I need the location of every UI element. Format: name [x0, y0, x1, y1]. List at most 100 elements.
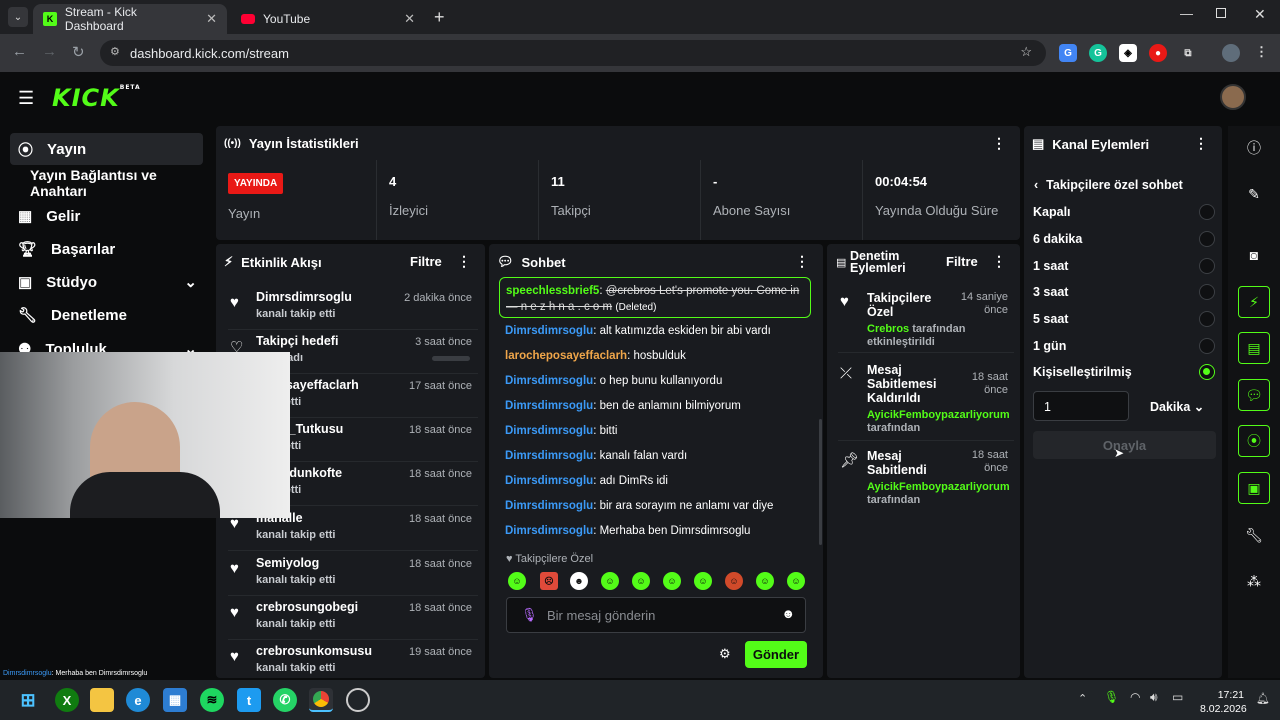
stat-uptime: 00:04:54 Yayında Olduğu Süre: [862, 160, 1018, 240]
more-options-icon[interactable]: ⋮: [1194, 135, 1208, 152]
filter-button[interactable]: Filtre: [410, 254, 442, 269]
confirm-button[interactable]: Onayla: [1033, 431, 1216, 459]
profile-avatar-icon[interactable]: [1222, 44, 1240, 62]
grammarly-extension-icon[interactable]: G: [1089, 44, 1107, 62]
list-item: ♥ Semiyolog kanalı takip etti 18 saat önce: [228, 552, 478, 596]
new-tab-button[interactable]: +: [434, 7, 445, 28]
emote-button[interactable]: ☺: [508, 572, 526, 590]
chrome-icon[interactable]: [309, 688, 333, 712]
back-to-actions-button[interactable]: ‹ Takipçilere özel sohbet: [1034, 178, 1183, 192]
battery-icon[interactable]: ▭: [1172, 690, 1183, 704]
channel-actions-icon[interactable]: ▣: [1238, 472, 1270, 504]
emote-button[interactable]: ☺: [756, 572, 774, 590]
sidebar-item-denetleme[interactable]: 🔧︎ Denetleme: [10, 299, 203, 331]
chat-message: Dimrsdimrsoglu: bir ara sorayım ne anlam…: [505, 500, 774, 512]
close-tab-icon[interactable]: ✕: [404, 11, 415, 27]
send-button[interactable]: Gönder: [745, 641, 807, 668]
sidebar-item-yayin[interactable]: ⦿ Yayın: [10, 133, 203, 165]
address-bar[interactable]: ⚙ dashboard.kick.com/stream ☆: [100, 40, 1046, 66]
screenshot-icon[interactable]: ◙: [1238, 239, 1270, 271]
record-extension-icon[interactable]: ●: [1149, 44, 1167, 62]
sidebar-item-basarilar[interactable]: 🏆︎ Başarılar: [10, 233, 203, 265]
bookmark-star-icon[interactable]: ☆: [1020, 44, 1032, 60]
radio-option-selected[interactable]: Kişiselleştirilmiş: [1033, 359, 1217, 385]
sidebar-item-label: Yayın Bağlantısı ve Anahtarı: [30, 167, 157, 199]
browser-menu-icon[interactable]: ⋮: [1255, 44, 1268, 60]
integrations-icon[interactable]: ⁂: [1238, 565, 1270, 597]
chat-bubble-icon[interactable]: 💬︎: [1238, 379, 1270, 411]
radio-option[interactable]: 1 gün: [1033, 333, 1217, 359]
wifi-icon[interactable]: ◠: [1130, 690, 1140, 704]
radio-option[interactable]: 1 saat: [1033, 253, 1217, 279]
panel-title: Yayın İstatistikleri: [248, 136, 359, 151]
forward-icon[interactable]: →: [42, 43, 57, 60]
sidebar-item-studyo[interactable]: ▣ Stüdyo ⌄: [10, 266, 203, 298]
moderation-item: 📌︎ Mesaj Sabitlendi 18 saat önce AyicikFem…: [840, 449, 1010, 506]
chat-input[interactable]: 🎙︎ Bir mesaj gönderin ☻: [506, 597, 806, 633]
emote-button[interactable]: ☺: [694, 572, 712, 590]
microphone-icon[interactable]: 🎙︎: [1104, 690, 1119, 704]
emote-button[interactable]: ☺: [632, 572, 650, 590]
sidebar-item-gelir[interactable]: ▦ Gelir: [10, 200, 203, 232]
spotify-icon[interactable]: ≋: [200, 688, 224, 712]
emote-button[interactable]: ☹: [540, 572, 558, 590]
info-icon[interactable]: ⓘ: [1238, 132, 1270, 164]
sidebar-item-stream-key[interactable]: Yayın Bağlantısı ve Anahtarı: [10, 167, 203, 199]
clock[interactable]: 17:21 8.02.2026: [1200, 688, 1247, 716]
tab-youtube[interactable]: YouTube ✕: [231, 4, 425, 34]
emote-button[interactable]: ☺: [787, 572, 805, 590]
windows-start-icon[interactable]: ⊞: [16, 688, 40, 712]
xbox-icon[interactable]: X: [55, 688, 79, 712]
stat-viewers: 4 İzleyici: [376, 160, 538, 240]
edit-icon[interactable]: ✎: [1238, 178, 1270, 210]
close-tab-icon[interactable]: ✕: [206, 11, 217, 27]
radio-option[interactable]: 6 dakika: [1033, 226, 1217, 252]
emote-button[interactable]: ☺: [725, 572, 743, 590]
radio-option[interactable]: 3 saat: [1033, 279, 1217, 305]
volume-icon[interactable]: 🔊︎: [1150, 690, 1158, 705]
close-window-icon[interactable]: ✕: [1254, 6, 1266, 23]
emote-button[interactable]: ☺: [601, 572, 619, 590]
chat-message: Dimrsdimrsoglu: Merhaba ben Dimrsdimrsog…: [505, 525, 751, 537]
radio-option[interactable]: Kapalı: [1033, 199, 1217, 225]
more-options-icon[interactable]: ⋮: [992, 253, 1006, 270]
store-icon[interactable]: ▦: [163, 688, 187, 712]
reload-icon[interactable]: ↻: [72, 43, 85, 61]
tab-kick-dashboard[interactable]: K Stream - Kick Dashboard ✕: [33, 4, 227, 34]
obs-icon[interactable]: [346, 688, 370, 712]
emote-button[interactable]: ☻: [570, 572, 588, 590]
custom-duration-input[interactable]: 1: [1033, 391, 1129, 421]
user-avatar[interactable]: [1220, 84, 1246, 110]
notes-icon[interactable]: ▤: [1238, 332, 1270, 364]
restore-icon[interactable]: [1216, 8, 1226, 18]
activity-lightning-icon[interactable]: ⚡︎: [1238, 286, 1270, 318]
emote-button[interactable]: ☺: [663, 572, 681, 590]
hamburger-menu-icon[interactable]: ☰: [18, 88, 34, 109]
minimize-icon[interactable]: —: [1180, 6, 1193, 21]
twitter-icon[interactable]: t: [237, 688, 261, 712]
tab-list-button[interactable]: ⌄: [8, 7, 28, 27]
file-explorer-icon[interactable]: [90, 688, 114, 712]
wrench-icon[interactable]: 🔧︎: [1238, 519, 1270, 551]
extensions-puzzle-icon[interactable]: ⧉: [1179, 44, 1197, 62]
microphone-icon[interactable]: 🎙︎: [521, 607, 538, 623]
translate-extension-icon[interactable]: G: [1059, 44, 1077, 62]
edge-icon[interactable]: e: [126, 688, 150, 712]
more-options-icon[interactable]: ⋮: [992, 135, 1006, 152]
kick-logo[interactable]: KICKBETA: [52, 84, 141, 112]
tray-chevron-up-icon[interactable]: ⌃: [1078, 692, 1087, 705]
whatsapp-icon[interactable]: ✆: [273, 688, 297, 712]
filter-button[interactable]: Filtre: [946, 254, 978, 269]
extension-icon[interactable]: ◈: [1119, 44, 1137, 62]
back-icon[interactable]: ←: [12, 43, 27, 60]
radio-option[interactable]: 5 saat: [1033, 306, 1217, 332]
unit-dropdown[interactable]: Dakika ⌄: [1150, 399, 1204, 414]
more-options-icon[interactable]: ⋮: [457, 253, 471, 270]
notifications-bell-icon[interactable]: 🔔︎: [1256, 692, 1270, 705]
chat-scrollbar[interactable]: [819, 419, 822, 545]
more-options-icon[interactable]: ⋮: [795, 253, 809, 270]
emoji-icon[interactable]: ☻: [781, 606, 795, 621]
chat-settings-gear-icon[interactable]: ⚙: [719, 646, 731, 662]
site-info-icon[interactable]: ⚙: [110, 45, 120, 58]
broadcast-icon[interactable]: ⦿: [1238, 425, 1270, 457]
